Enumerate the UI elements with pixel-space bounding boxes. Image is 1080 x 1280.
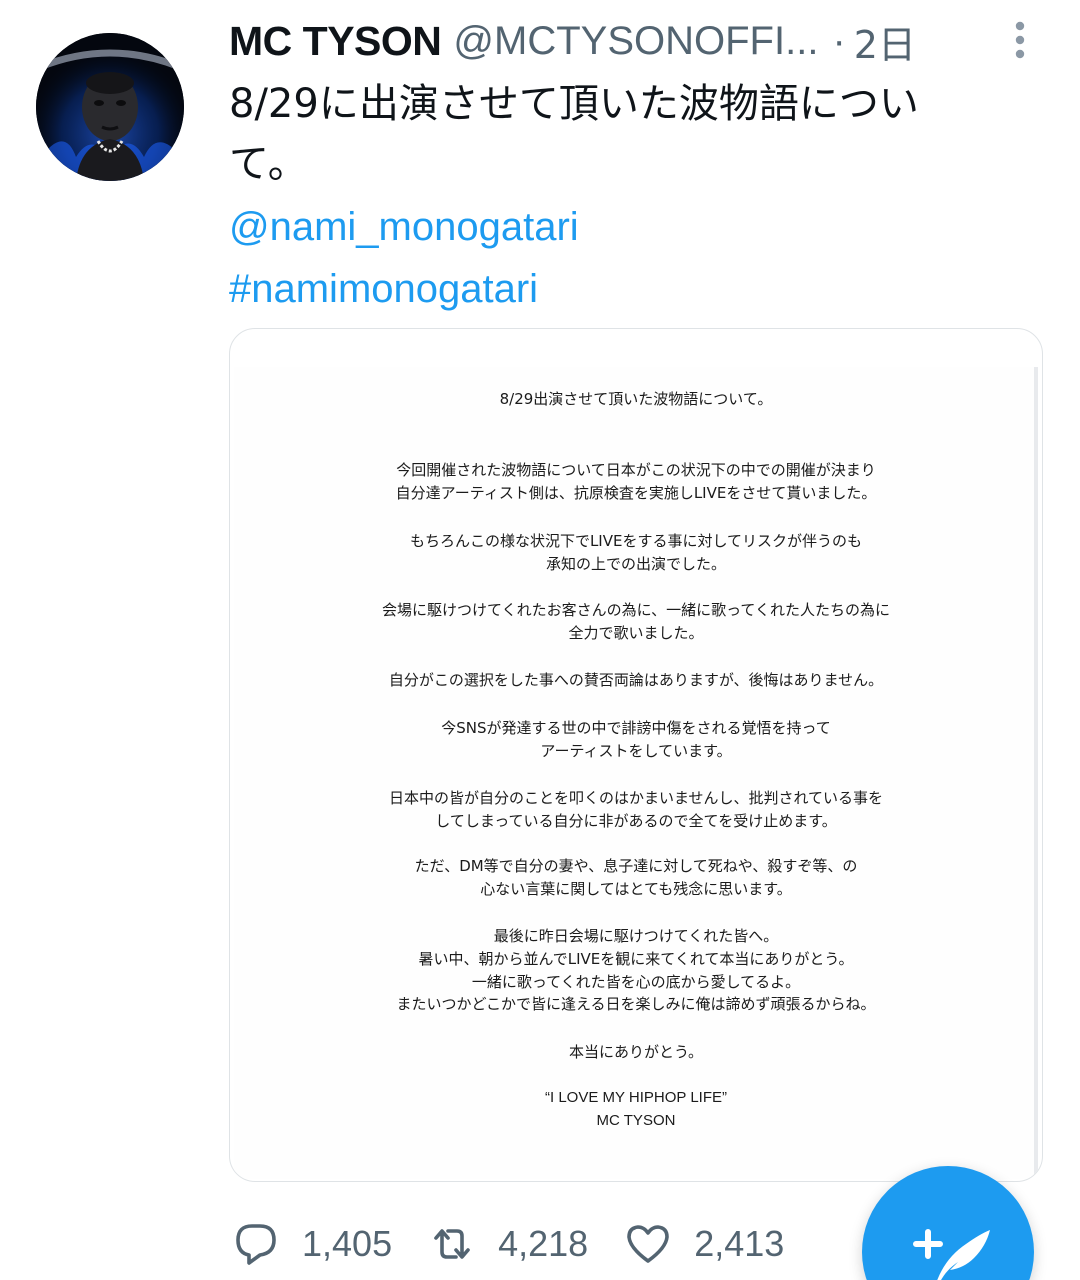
letter-line: 一緒に歌ってくれた皆を心の底から愛してるよ。 — [471, 972, 801, 991]
letter-line: 自分がこの選択をした事への賛否両論はありますが、後悔はありません。 — [388, 671, 884, 689]
reply-count: 1,405 — [302, 1223, 393, 1264]
letter-line: 心ない言葉に関してはとても残念に思います。 — [480, 879, 792, 898]
letter-line: してしまっている自分に非があるので全てを受け止めます。 — [435, 811, 837, 830]
letter-line: 今回開催された波物語について日本がこの状況下の中での開催が決まり — [396, 461, 876, 479]
letter-signature-name: MC TYSON — [596, 1111, 676, 1129]
reply-icon — [236, 1224, 276, 1265]
letter-paragraph: 日本中の皆が自分のことを叩くのはかまいませんし、批判されている事を してしまって… — [234, 787, 1038, 833]
letter-paragraph: 本当にありがとう。 — [234, 1041, 1038, 1064]
more-options-icon[interactable] — [1002, 18, 1038, 62]
statement-letter: 8/29出演させて頂いた波物語について。 今回開催された波物語について日本がこの… — [234, 367, 1038, 1179]
heart-icon — [627, 1225, 669, 1263]
letter-line: 自分達アーティスト側は、抗原検査を実施しLIVEをさせて貰いました。 — [395, 483, 877, 502]
letter-line: 暑い中、朝から並んでLIVEを観に来てくれて本当にありがとう。 — [418, 949, 854, 968]
mention-link[interactable]: @nami_monogatari — [229, 196, 1029, 258]
letter-line: 全力で歌いました。 — [568, 623, 704, 642]
display-name[interactable]: MC TYSON — [229, 18, 442, 65]
letter-paragraph: もちろんこの様な状況下でLIVEをする事に対してリスクが伴うのも 承知の上での出… — [234, 530, 1038, 576]
profile-avatar-icon — [36, 33, 184, 181]
letter-line: 会場に駆けつけてくれたお客さんの為に、一緒に歌ってくれた人たちの為に — [382, 601, 890, 619]
tweet-actions: 1,405 4,218 2,413 — [232, 1214, 820, 1274]
tweet-text: 8/29に出演させて頂いた波物語につい て。 @nami_monogatari … — [229, 74, 1029, 320]
letter-paragraph: ただ、DM等で自分の妻や、息子達に対して死ねや、殺すぞ等、の 心ない言葉に関して… — [234, 855, 1038, 901]
letter-line: またいつかどこかで皆に逢える日を楽しみに俺は諦めず頑張るからね。 — [396, 995, 876, 1014]
letter-title: 8/29出演させて頂いた波物語について。 — [499, 390, 773, 408]
like-count: 2,413 — [694, 1223, 785, 1264]
letter-line: ただ、DM等で自分の妻や、息子達に対して死ねや、殺すぞ等、の — [414, 857, 858, 875]
like-button[interactable]: 2,413 — [624, 1220, 784, 1268]
letter-quote: “I LOVE MY HIPHOP LIFE” — [545, 1089, 727, 1106]
letter-line: 日本中の皆が自分のことを叩くのはかまいませんし、批判されている事を — [388, 789, 884, 807]
tweet-header: MC TYSON @MCTYSONOFFI... · 2日 — [229, 14, 1029, 68]
letter-paragraph: 今回開催された波物語について日本がこの状況下の中での開催が決まり 自分達アーティ… — [234, 459, 1038, 505]
retweet-icon — [434, 1229, 470, 1259]
hashtag-link[interactable]: #namimonogatari — [229, 258, 1029, 320]
letter-paragraph: 今SNSが発達する世の中で誹謗中傷をされる覚悟を持って アーティストをしています… — [234, 717, 1038, 763]
avatar[interactable] — [36, 33, 184, 181]
letter-signature: “I LOVE MY HIPHOP LIFE” MC TYSON — [234, 1087, 1038, 1133]
retweet-count: 4,218 — [498, 1223, 589, 1264]
tweet[interactable]: MC TYSON @MCTYSONOFFI... · 2日 8/29に出演させて… — [0, 0, 1080, 1280]
separator-dot: · — [832, 18, 846, 63]
compose-tweet-button[interactable] — [862, 1166, 1034, 1280]
letter-line: もちろんこの様な状況下でLIVEをする事に対してリスクが伴うのも — [409, 532, 863, 550]
letter-line: アーティストをしています。 — [540, 741, 732, 760]
letter-line: 最後に昨日会場に駆けつけてくれた皆へ。 — [493, 927, 779, 945]
letter-line: 承知の上での出演でした。 — [545, 554, 726, 573]
letter-line: 本当にありがとう。 — [568, 1043, 704, 1061]
tweet-text-line: 8/29に出演させて頂いた波物語につい — [229, 81, 919, 127]
user-handle[interactable]: @MCTYSONOFFI... — [453, 19, 818, 64]
retweet-button[interactable]: 4,218 — [428, 1220, 588, 1268]
timestamp[interactable]: 2日 — [854, 14, 916, 69]
reply-button[interactable]: 1,405 — [232, 1220, 392, 1268]
letter-paragraph: 会場に駆けつけてくれたお客さんの為に、一緒に歌ってくれた人たちの為に 全力で歌い… — [234, 599, 1038, 645]
letter-paragraph: 自分がこの選択をした事への賛否両論はありますが、後悔はありません。 — [234, 669, 1038, 692]
attached-image[interactable]: 8/29出演させて頂いた波物語について。 今回開催された波物語について日本がこの… — [229, 328, 1043, 1182]
compose-tweet-icon — [913, 1229, 990, 1280]
tweet-text-line: て。 — [229, 141, 308, 187]
letter-paragraph: 最後に昨日会場に駆けつけてくれた皆へ。 暑い中、朝から並んでLIVEを観に来てく… — [234, 925, 1038, 1016]
letter-line: 今SNSが発達する世の中で誹謗中傷をされる覚悟を持って — [441, 719, 831, 737]
